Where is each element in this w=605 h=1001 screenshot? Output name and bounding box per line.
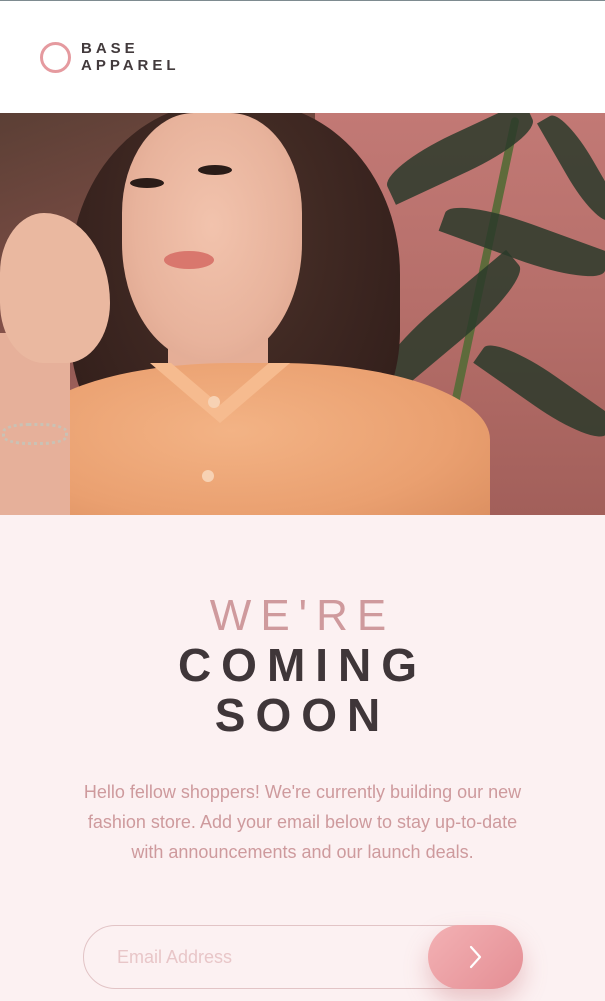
hero-image: [0, 113, 605, 515]
hero-eye-right: [198, 165, 232, 175]
brand-logo[interactable]: BASE APPAREL: [40, 40, 180, 74]
page-headline: WE'RE COMING SOON: [0, 591, 605, 741]
hero-face: [122, 113, 302, 363]
logo-text-line2: APPAREL: [81, 57, 180, 74]
logo-wordmark: BASE APPAREL: [81, 40, 180, 74]
coming-soon-page: BASE APPAREL WE'RE COMING SOON Hello fel…: [0, 0, 605, 1001]
submit-button[interactable]: [428, 925, 523, 989]
intro-description: Hello fellow shoppers! We're currently b…: [83, 782, 522, 862]
shirt-button: [208, 396, 220, 408]
headline-soon: SOON: [214, 689, 391, 741]
headline-were: WE'RE: [209, 591, 396, 640]
hero-bracelet: [2, 423, 68, 445]
logo-circle-icon: [40, 41, 71, 73]
headline-coming: COMING: [177, 639, 428, 691]
shirt-button: [202, 470, 214, 482]
hero-eye-left: [130, 178, 164, 188]
logo-text-line1: BASE: [81, 40, 139, 57]
site-header: BASE APPAREL: [0, 0, 605, 113]
email-signup-form: [83, 925, 523, 989]
main-content: WE'RE COMING SOON Hello fellow shoppers!…: [0, 515, 605, 1001]
hero-lips: [164, 251, 214, 269]
chevron-right-icon: [469, 945, 481, 969]
